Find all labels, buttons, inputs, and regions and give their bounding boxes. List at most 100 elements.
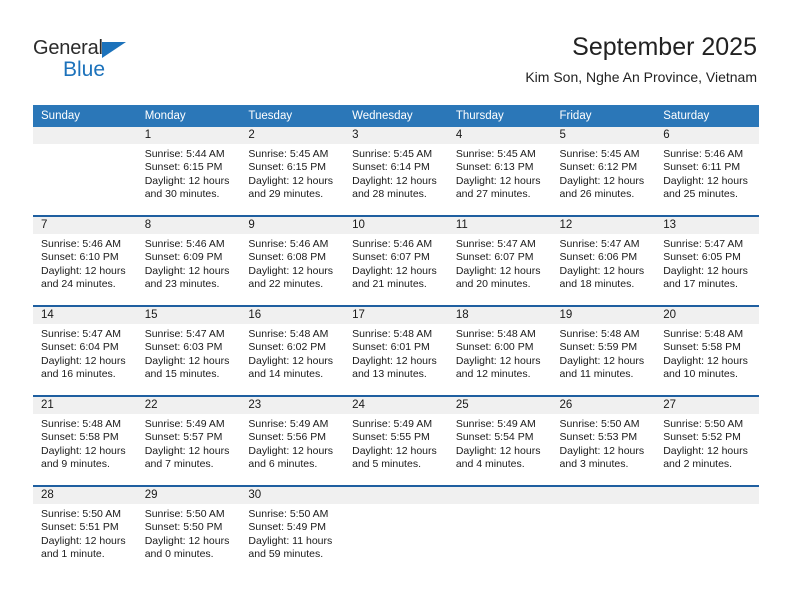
calendar-day-cell[interactable]: 15 Sunrise: 5:47 AM Sunset: 6:03 PM Dayligh… [136, 305, 241, 396]
day-cell-details: Sunrise: 5:49 AM Sunset: 5:54 PM Daylight:… [448, 414, 552, 472]
calendar-week-row: 7 Sunrise: 5:46 AM Sunset: 6:10 PM Daylight… [33, 215, 759, 306]
sunrise-text: Sunrise: 5:46 AM [144, 238, 225, 250]
calendar-day-cell[interactable]: 5 Sunrise: 5:45 AM Sunset: 6:12 PM Daylight… [551, 127, 656, 216]
day-cell-details: Sunrise: 5:45 AM Sunset: 6:15 PM Daylight:… [240, 144, 344, 202]
calendar-day-cell[interactable]: 1 Sunrise: 5:44 AM Sunset: 6:15 PM Daylight… [136, 127, 241, 216]
day-number [551, 487, 656, 504]
daylight-text: Daylight: 12 hours and 9 minutes. [41, 444, 126, 471]
calendar-day-cell[interactable]: 18 Sunrise: 5:48 AM Sunset: 6:00 PM Dayligh… [447, 305, 552, 396]
calendar-day-cell[interactable]: 16 Sunrise: 5:48 AM Sunset: 6:02 PM Dayligh… [240, 305, 345, 396]
daylight-text: Daylight: 12 hours and 6 minutes. [248, 444, 334, 471]
sunrise-text: Sunrise: 5:47 AM [455, 238, 536, 250]
calendar-day-cell[interactable]: 10 Sunrise: 5:46 AM Sunset: 6:07 PM Dayligh… [344, 215, 448, 306]
calendar-day-cell[interactable]: 25 Sunrise: 5:49 AM Sunset: 5:54 PM Dayligh… [447, 395, 552, 486]
day-cell-inner: 23 Sunrise: 5:49 AM Sunset: 5:56 PM Dayligh… [240, 397, 345, 485]
day-number: 2 [240, 127, 345, 144]
day-cell-details: Sunrise: 5:46 AM Sunset: 6:08 PM Daylight:… [240, 234, 344, 292]
sunset-text: Sunset: 6:08 PM [248, 251, 327, 264]
day-number: 23 [240, 397, 345, 414]
day-cell-details: Sunrise: 5:45 AM Sunset: 6:12 PM Daylight:… [552, 144, 656, 202]
calendar-day-cell[interactable]: 12 Sunrise: 5:47 AM Sunset: 6:06 PM Dayligh… [551, 215, 656, 306]
calendar-day-cell[interactable]: 4 Sunrise: 5:45 AM Sunset: 6:13 PM Daylight… [447, 127, 552, 216]
daylight-text: Daylight: 12 hours and 17 minutes. [663, 264, 748, 291]
sunset-text: Sunset: 5:52 PM [663, 431, 741, 444]
daylight-text: Daylight: 12 hours and 13 minutes. [352, 354, 437, 381]
day-cell-inner: 26 Sunrise: 5:50 AM Sunset: 5:53 PM Dayligh… [551, 397, 656, 485]
day-cell-inner: 16 Sunrise: 5:48 AM Sunset: 6:02 PM Dayligh… [240, 307, 345, 395]
day-cell-details: Sunrise: 5:48 AM Sunset: 6:02 PM Daylight:… [240, 324, 344, 382]
day-cell-details: Sunrise: 5:50 AM Sunset: 5:52 PM Daylight:… [655, 414, 759, 472]
sunset-text: Sunset: 5:54 PM [455, 431, 534, 444]
sunset-text: Sunset: 5:58 PM [663, 341, 741, 354]
calendar-day-cell[interactable]: 24 Sunrise: 5:49 AM Sunset: 5:55 PM Dayligh… [344, 395, 448, 486]
day-cell-details: Sunrise: 5:48 AM Sunset: 6:00 PM Daylight:… [448, 324, 552, 382]
day-cell-inner [655, 487, 759, 575]
day-cell-inner: 10 Sunrise: 5:46 AM Sunset: 6:07 PM Dayligh… [344, 217, 448, 305]
day-cell-inner [447, 487, 552, 575]
sunrise-text: Sunrise: 5:50 AM [41, 508, 121, 520]
calendar-day-cell[interactable]: 2 Sunrise: 5:45 AM Sunset: 6:15 PM Daylight… [240, 127, 345, 216]
calendar-day-cell[interactable]: 6 Sunrise: 5:46 AM Sunset: 6:11 PM Daylight… [655, 127, 759, 216]
calendar-day-cell[interactable]: 7 Sunrise: 5:46 AM Sunset: 6:10 PM Daylight… [33, 215, 137, 306]
day-number: 3 [344, 127, 448, 144]
daylight-text: Daylight: 12 hours and 2 minutes. [663, 444, 748, 471]
day-number: 29 [136, 487, 241, 504]
day-cell-details: Sunrise: 5:47 AM Sunset: 6:07 PM Daylight:… [448, 234, 552, 292]
sunrise-text: Sunrise: 5:46 AM [41, 238, 121, 250]
calendar-body: 1 Sunrise: 5:44 AM Sunset: 6:15 PM Daylight… [33, 127, 759, 575]
calendar-day-cell[interactable]: 21 Sunrise: 5:48 AM Sunset: 5:58 PM Dayligh… [33, 395, 137, 486]
calendar-page: General Blue September 2025 Kim Son, Ngh… [0, 0, 792, 612]
sunrise-text: Sunrise: 5:44 AM [144, 148, 225, 160]
day-cell-details: Sunrise: 5:45 AM Sunset: 6:14 PM Daylight:… [344, 144, 448, 202]
calendar-day-cell[interactable]: 28 Sunrise: 5:50 AM Sunset: 5:51 PM Dayligh… [33, 485, 137, 575]
day-cell-details: Sunrise: 5:48 AM Sunset: 5:58 PM Daylight:… [655, 324, 759, 382]
day-number: 7 [33, 217, 137, 234]
sunset-text: Sunset: 6:14 PM [352, 161, 430, 174]
day-number: 22 [136, 397, 241, 414]
calendar-day-cell[interactable]: 14 Sunrise: 5:47 AM Sunset: 6:04 PM Dayligh… [33, 305, 137, 396]
sunrise-text: Sunrise: 5:48 AM [41, 418, 121, 430]
day-cell-details: Sunrise: 5:50 AM Sunset: 5:50 PM Daylight:… [137, 504, 241, 562]
calendar-day-cell[interactable]: 11 Sunrise: 5:47 AM Sunset: 6:07 PM Dayligh… [447, 215, 552, 306]
calendar-day-cell[interactable]: 9 Sunrise: 5:46 AM Sunset: 6:08 PM Daylight… [240, 215, 345, 306]
calendar-day-cell[interactable]: 3 Sunrise: 5:45 AM Sunset: 6:14 PM Daylight… [344, 127, 448, 216]
column-header-monday: Monday [136, 105, 241, 127]
calendar-day-cell[interactable]: 22 Sunrise: 5:49 AM Sunset: 5:57 PM Dayligh… [136, 395, 241, 486]
sunset-text: Sunset: 6:10 PM [41, 251, 119, 264]
day-cell-details: Sunrise: 5:46 AM Sunset: 6:09 PM Daylight:… [137, 234, 241, 292]
day-cell-inner: 13 Sunrise: 5:47 AM Sunset: 6:05 PM Dayligh… [655, 217, 759, 305]
day-cell-inner: 29 Sunrise: 5:50 AM Sunset: 5:50 PM Dayligh… [136, 487, 241, 575]
day-cell-inner: 20 Sunrise: 5:48 AM Sunset: 5:58 PM Dayligh… [655, 307, 759, 395]
daylight-text: Daylight: 12 hours and 14 minutes. [248, 354, 334, 381]
calendar-day-cell[interactable]: 27 Sunrise: 5:50 AM Sunset: 5:52 PM Dayligh… [655, 395, 759, 486]
calendar-day-cell[interactable]: 29 Sunrise: 5:50 AM Sunset: 5:50 PM Dayligh… [136, 485, 241, 575]
daylight-text: Daylight: 12 hours and 20 minutes. [455, 264, 541, 291]
day-cell-inner: 3 Sunrise: 5:45 AM Sunset: 6:14 PM Daylight… [344, 127, 448, 215]
calendar-day-cell[interactable]: 26 Sunrise: 5:50 AM Sunset: 5:53 PM Dayligh… [551, 395, 656, 486]
day-cell-inner: 27 Sunrise: 5:50 AM Sunset: 5:52 PM Dayligh… [655, 397, 759, 485]
daylight-text: Daylight: 12 hours and 5 minutes. [352, 444, 437, 471]
day-number: 16 [240, 307, 345, 324]
sunset-text: Sunset: 6:05 PM [663, 251, 741, 264]
day-number: 8 [136, 217, 241, 234]
calendar-day-cell[interactable]: 20 Sunrise: 5:48 AM Sunset: 5:58 PM Dayligh… [655, 305, 759, 396]
sunrise-text: Sunrise: 5:47 AM [41, 328, 121, 340]
general-blue-logo: General Blue [33, 37, 153, 83]
day-cell-details: Sunrise: 5:47 AM Sunset: 6:03 PM Daylight:… [137, 324, 241, 382]
calendar-grid: Sunday Monday Tuesday Wednesday Thursday… [33, 105, 759, 575]
calendar-day-cell[interactable]: 30 Sunrise: 5:50 AM Sunset: 5:49 PM Dayligh… [240, 485, 345, 575]
sunrise-text: Sunrise: 5:46 AM [248, 238, 329, 250]
calendar-day-cell[interactable]: 23 Sunrise: 5:49 AM Sunset: 5:56 PM Dayligh… [240, 395, 345, 486]
calendar-day-cell[interactable]: 13 Sunrise: 5:47 AM Sunset: 6:05 PM Dayligh… [655, 215, 759, 306]
daylight-text: Daylight: 12 hours and 12 minutes. [455, 354, 541, 381]
column-header-tuesday: Tuesday [240, 105, 345, 127]
day-cell-details: Sunrise: 5:48 AM Sunset: 5:58 PM Daylight:… [33, 414, 137, 472]
day-cell-inner: 22 Sunrise: 5:49 AM Sunset: 5:57 PM Dayligh… [136, 397, 241, 485]
calendar-day-cell[interactable]: 19 Sunrise: 5:48 AM Sunset: 5:59 PM Dayligh… [551, 305, 656, 396]
sunrise-text: Sunrise: 5:45 AM [559, 148, 640, 160]
day-cell-details: Sunrise: 5:49 AM Sunset: 5:55 PM Daylight:… [344, 414, 448, 472]
calendar-day-cell[interactable]: 17 Sunrise: 5:48 AM Sunset: 6:01 PM Dayligh… [344, 305, 448, 396]
sunrise-text: Sunrise: 5:45 AM [248, 148, 329, 160]
calendar-day-cell[interactable]: 8 Sunrise: 5:46 AM Sunset: 6:09 PM Daylight… [136, 215, 241, 306]
day-cell-inner: 17 Sunrise: 5:48 AM Sunset: 6:01 PM Dayligh… [344, 307, 448, 395]
